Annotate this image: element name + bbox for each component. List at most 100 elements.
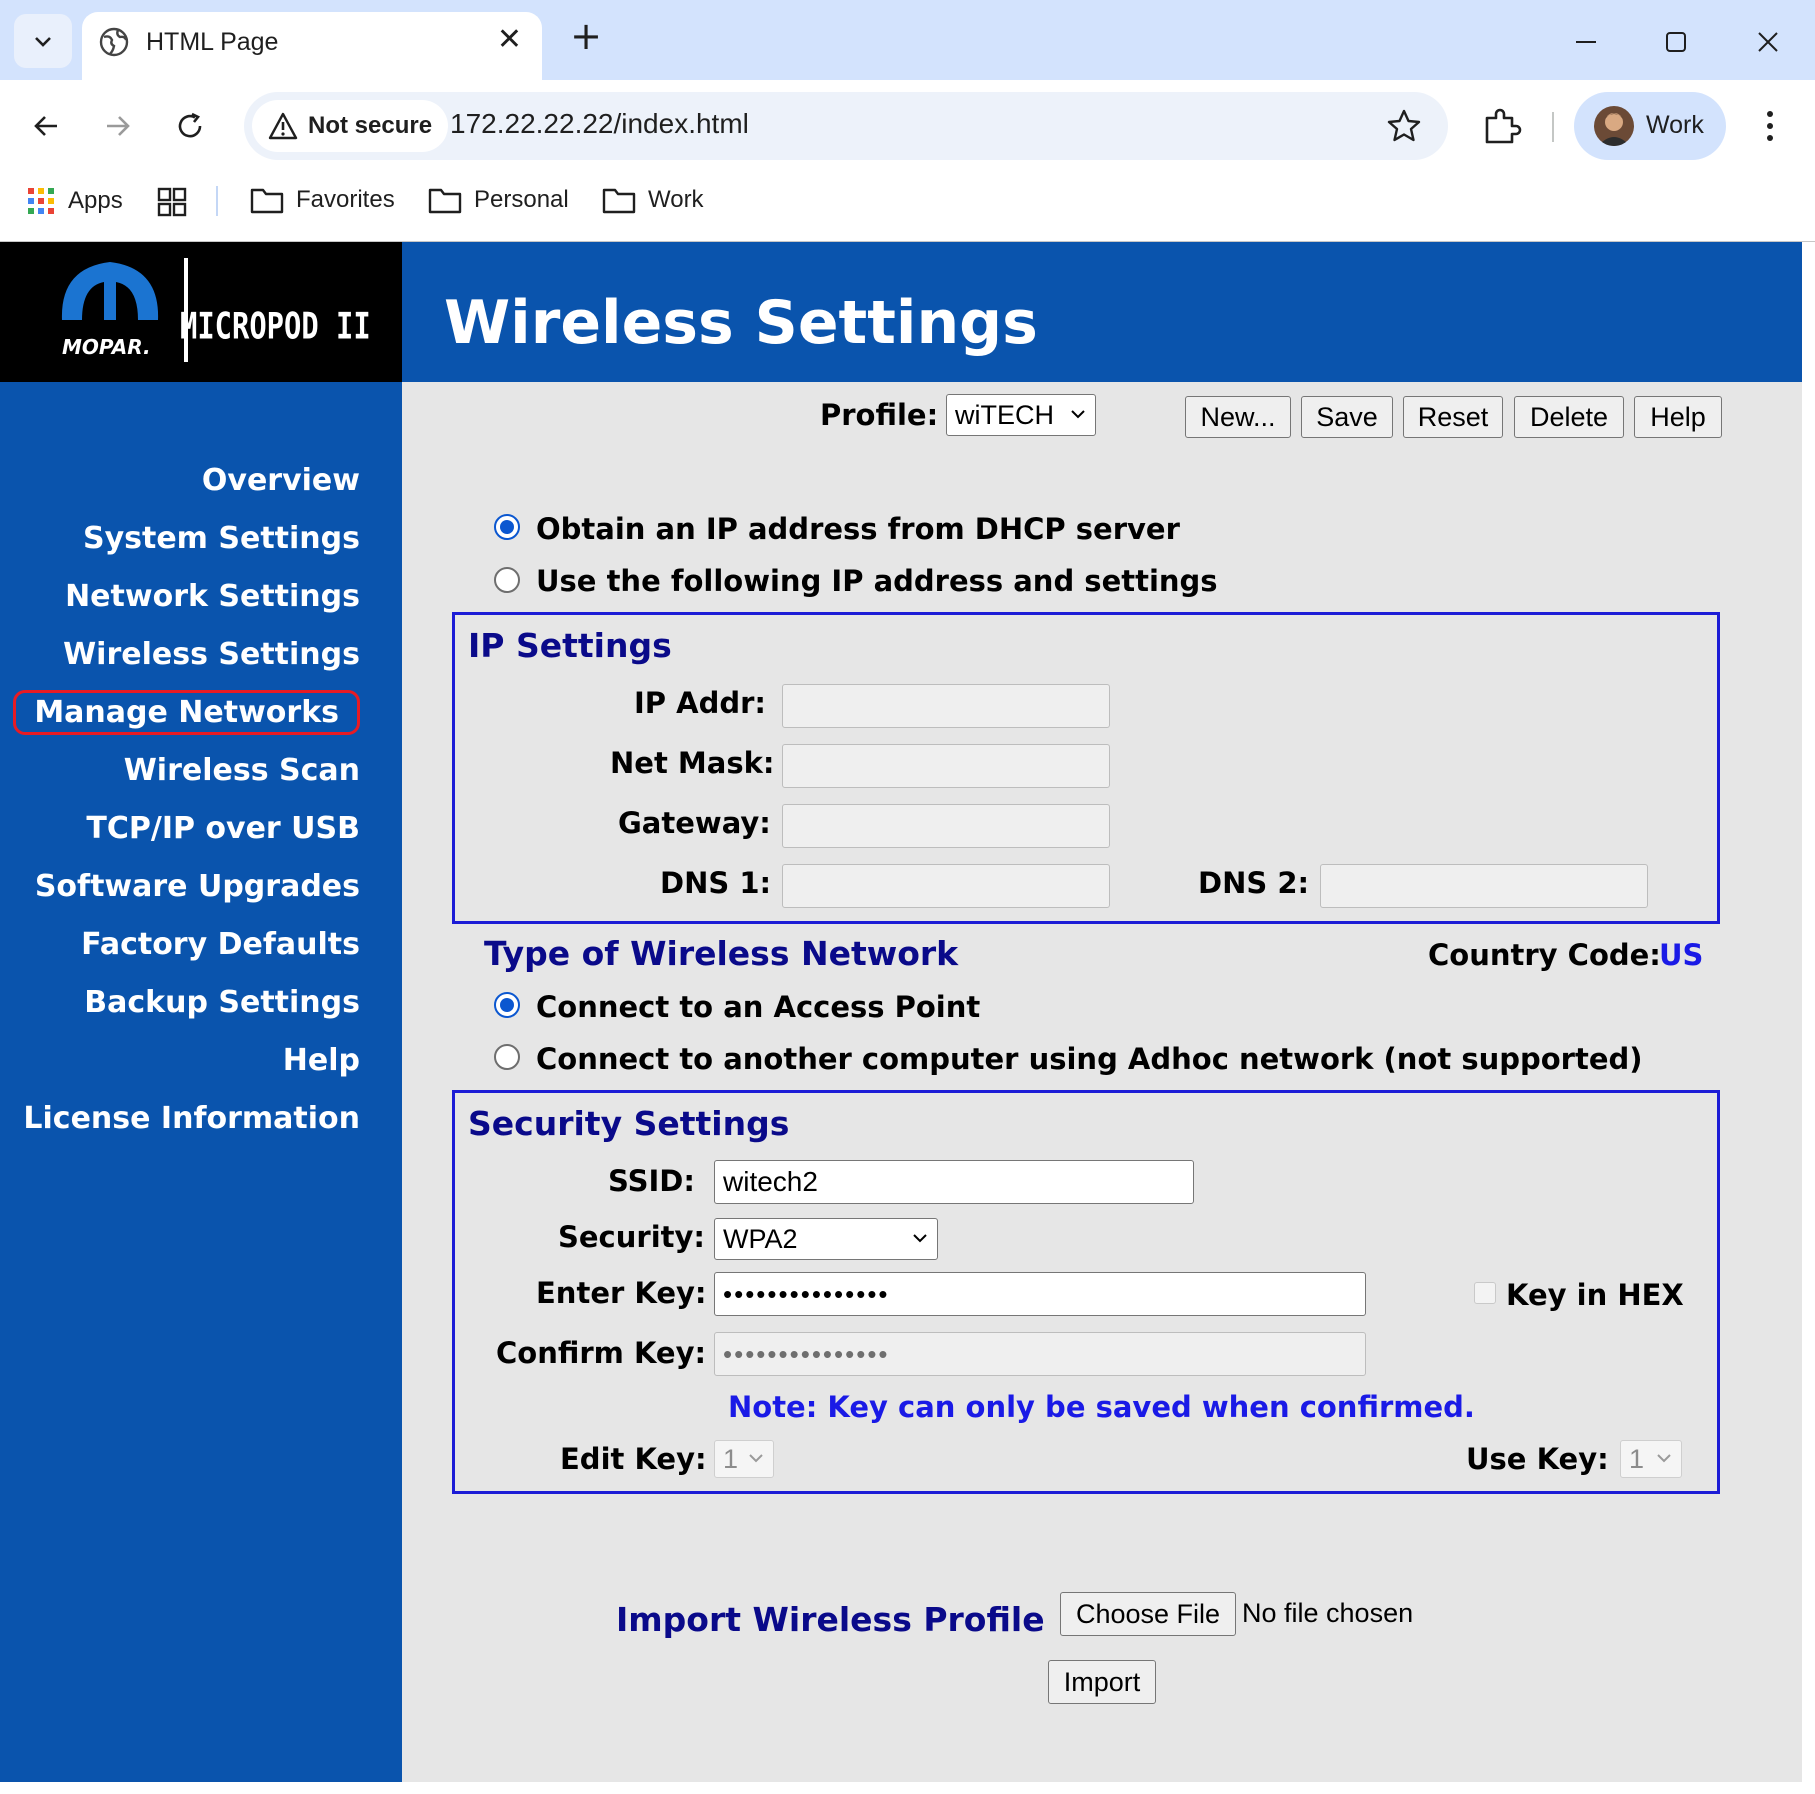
bookmark-label: Work xyxy=(648,186,704,213)
network-type-title: Type of Wireless Network xyxy=(484,934,959,973)
sidebar-item-overview[interactable]: Overview xyxy=(0,452,360,510)
maximize-icon[interactable] xyxy=(1648,18,1704,66)
static-ip-label: Use the following IP address and setting… xyxy=(536,564,1218,598)
tab-strip: HTML Page ✕ + xyxy=(0,0,1815,80)
close-tab-icon[interactable]: ✕ xyxy=(497,22,522,57)
folder-icon xyxy=(250,188,284,214)
mopar-m-logo-icon: MOPAR. MICROPOD II xyxy=(61,258,371,362)
static-ip-radio[interactable] xyxy=(494,567,520,593)
bookmark-personal[interactable]: Personal xyxy=(428,186,569,214)
new-tab-icon[interactable]: + xyxy=(566,14,606,58)
toolbar-divider xyxy=(1552,112,1554,142)
chevron-down-icon xyxy=(35,37,51,47)
use-key-select[interactable]: 1 xyxy=(1620,1440,1682,1478)
bookmark-label: Personal xyxy=(474,186,569,213)
mopar-logo: MOPAR. MICROPOD II xyxy=(0,242,402,382)
url-text[interactable]: 172.22.22.22/index.html xyxy=(450,108,749,140)
forward-icon[interactable] xyxy=(94,102,142,150)
bookmark-star-icon[interactable] xyxy=(1384,106,1424,146)
more-options-icon[interactable] xyxy=(1750,104,1790,148)
dns1-label: DNS 1: xyxy=(660,866,772,900)
tab-groups-button[interactable] xyxy=(156,186,200,218)
tab-title: HTML Page xyxy=(146,28,279,56)
tab-groups-icon xyxy=(157,187,187,217)
dns2-input[interactable] xyxy=(1320,864,1648,908)
bookmark-work[interactable]: Work xyxy=(602,186,704,214)
chevron-down-icon xyxy=(1071,410,1085,419)
tab-search-button[interactable] xyxy=(14,14,72,68)
access-point-label: Connect to an Access Point xyxy=(536,990,981,1024)
reload-icon[interactable] xyxy=(166,102,214,150)
minimize-icon[interactable] xyxy=(1558,18,1614,66)
import-button[interactable]: Import xyxy=(1048,1660,1156,1704)
key-in-hex-checkbox[interactable] xyxy=(1474,1282,1496,1304)
sidebar-item-help[interactable]: Help xyxy=(0,1032,360,1090)
ssid-label: SSID: xyxy=(608,1164,695,1198)
adhoc-radio[interactable] xyxy=(494,1044,520,1070)
country-code-value: US xyxy=(1659,938,1704,972)
ip-addr-label: IP Addr: xyxy=(634,686,767,720)
sidebar-item-wireless-settings[interactable]: Wireless Settings xyxy=(0,626,360,684)
edit-key-label: Edit Key: xyxy=(560,1442,707,1476)
enter-key-label: Enter Key: xyxy=(536,1276,707,1310)
sidebar-item-network-settings[interactable]: Network Settings xyxy=(0,568,360,626)
sidebar-item-tcpip-over-usb[interactable]: TCP/IP over USB xyxy=(0,800,360,858)
profile-select[interactable]: wiTECH xyxy=(946,394,1096,436)
bookmark-favorites[interactable]: Favorites xyxy=(250,186,395,214)
enter-key-input[interactable]: ••••••••••••••• xyxy=(714,1272,1366,1316)
dns2-label: DNS 2: xyxy=(1198,866,1310,900)
security-settings-title: Security Settings xyxy=(468,1104,790,1143)
avatar xyxy=(1594,106,1634,146)
ssid-input[interactable]: witech2 xyxy=(714,1160,1194,1204)
bookmarks-bar: Apps Favorites Personal Work xyxy=(0,172,1815,242)
security-type-select[interactable]: WPA2 xyxy=(714,1218,938,1260)
delete-button[interactable]: Delete xyxy=(1514,396,1624,438)
sidebar-item-backup-settings[interactable]: Backup Settings xyxy=(0,974,360,1032)
dhcp-radio[interactable] xyxy=(494,514,520,540)
folder-icon xyxy=(602,188,636,214)
security-type-label: Security: xyxy=(558,1220,705,1254)
new-profile-button[interactable]: New... xyxy=(1185,396,1291,438)
save-button[interactable]: Save xyxy=(1301,396,1393,438)
choose-file-button[interactable]: Choose File xyxy=(1060,1592,1236,1636)
sidebar-item-license-information[interactable]: License Information xyxy=(0,1090,360,1148)
sidebar: MOPAR. MICROPOD II Overview System Setti… xyxy=(0,242,402,1782)
active-tab[interactable]: HTML Page ✕ xyxy=(82,12,542,80)
close-window-icon[interactable] xyxy=(1740,18,1796,66)
apps-grid-icon xyxy=(28,188,54,214)
key-in-hex-label: Key in HEX xyxy=(1506,1278,1684,1312)
chevron-down-icon xyxy=(913,1234,927,1243)
confirm-key-input[interactable]: ••••••••••••••• xyxy=(714,1332,1366,1376)
page-title: Wireless Settings xyxy=(444,288,1038,358)
help-button[interactable]: Help xyxy=(1634,396,1722,438)
adhoc-label: Connect to another computer using Adhoc … xyxy=(536,1042,1643,1076)
security-label: Not secure xyxy=(308,112,433,139)
sidebar-item-factory-defaults[interactable]: Factory Defaults xyxy=(0,916,360,974)
file-status: No file chosen xyxy=(1242,1598,1414,1628)
reset-button[interactable]: Reset xyxy=(1403,396,1503,438)
edit-key-select[interactable]: 1 xyxy=(714,1440,774,1478)
sidebar-item-system-settings[interactable]: System Settings xyxy=(0,510,360,568)
sidebar-item-wireless-scan[interactable]: Wireless Scan xyxy=(0,742,360,800)
back-icon[interactable] xyxy=(22,102,70,150)
ip-addr-input[interactable] xyxy=(782,684,1110,728)
extensions-icon[interactable] xyxy=(1478,104,1524,150)
profile-button[interactable]: Work xyxy=(1574,92,1726,160)
micropod-product-text: MICROPOD II xyxy=(180,304,371,347)
import-profile-title: Import Wireless Profile xyxy=(616,1600,1045,1639)
net-mask-input[interactable] xyxy=(782,744,1110,788)
profile-name: Work xyxy=(1646,111,1704,139)
confirm-key-label: Confirm Key: xyxy=(496,1336,707,1370)
access-point-radio[interactable] xyxy=(494,992,520,1018)
sidebar-item-manage-networks[interactable]: Manage Networks xyxy=(0,684,360,742)
profile-label: Profile: xyxy=(820,398,939,432)
security-chip[interactable]: Not secure xyxy=(252,100,449,152)
edit-key-value: 1 xyxy=(723,1443,739,1474)
gateway-input[interactable] xyxy=(782,804,1110,848)
dns1-input[interactable] xyxy=(782,864,1110,908)
address-bar[interactable]: Not secure 172.22.22.22/index.html xyxy=(244,92,1448,160)
country-code-label: Country Code: xyxy=(1428,938,1661,972)
mopar-brand-text: MOPAR. xyxy=(62,335,151,359)
sidebar-item-software-upgrades[interactable]: Software Upgrades xyxy=(0,858,360,916)
bookmark-apps[interactable]: Apps xyxy=(26,186,123,216)
